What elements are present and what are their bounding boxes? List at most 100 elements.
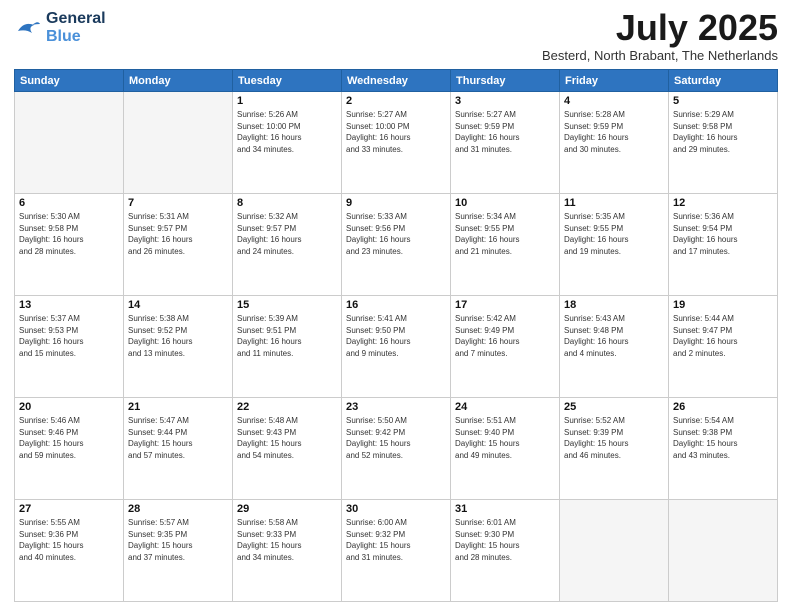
day-cell-12: 11Sunrise: 5:35 AM Sunset: 9:55 PM Dayli… <box>560 194 669 296</box>
day-number: 8 <box>237 197 337 209</box>
day-cell-1 <box>124 92 233 194</box>
day-cell-33 <box>560 500 669 602</box>
day-number: 19 <box>673 299 773 311</box>
day-number: 21 <box>128 401 228 413</box>
day-number: 18 <box>564 299 664 311</box>
week-row-5: 27 Sunrise: 5:55 AM Sunset: 9:36 PM Dayli… <box>15 500 778 602</box>
day-cell-3: 2 Sunrise: 5:27 AM Sunset: 10:00 PM Dayli… <box>342 92 451 194</box>
day-number: 26 <box>673 401 773 413</box>
day-cell-6: 5 Sunrise: 5:29 AM Sunset: 9:58 PM Daylig… <box>669 92 778 194</box>
day-info: Sunrise: 5:51 AM Sunset: 9:40 PM Dayligh… <box>455 415 555 461</box>
day-cell-2: 1 Sunrise: 5:26 AM Sunset: 10:00 PM Dayli… <box>233 92 342 194</box>
day-number: 2 <box>346 95 446 107</box>
day-info: Sunrise: 5:50 AM Sunset: 9:42 PM Dayligh… <box>346 415 446 461</box>
day-number: 1 <box>237 95 337 107</box>
day-number: 27 <box>19 503 119 515</box>
day-cell-20: 19 Sunrise: 5:44 AM Sunset: 9:47 PM Dayli… <box>669 296 778 398</box>
col-saturday: Saturday <box>669 70 778 92</box>
day-number: 31 <box>455 503 555 515</box>
header-row: Sunday Monday Tuesday Wednesday Thursday… <box>15 70 778 92</box>
day-info: Sunrise: 5:48 AM Sunset: 9:43 PM Dayligh… <box>237 415 337 461</box>
week-row-3: 13 Sunrise: 5:37 AM Sunset: 9:53 PM Dayli… <box>15 296 778 398</box>
day-info: Sunrise: 5:35 AM Sunset: 9:55 PM Dayligh… <box>564 211 664 257</box>
day-number: 30 <box>346 503 446 515</box>
col-thursday: Thursday <box>451 70 560 92</box>
title-block: July 2025 Besterd, North Brabant, The Ne… <box>542 10 778 63</box>
day-info: Sunrise: 5:28 AM Sunset: 9:59 PM Dayligh… <box>564 109 664 155</box>
day-info: Sunrise: 5:41 AM Sunset: 9:50 PM Dayligh… <box>346 313 446 359</box>
day-cell-14: 13 Sunrise: 5:37 AM Sunset: 9:53 PM Dayli… <box>15 296 124 398</box>
day-number: 6 <box>19 197 119 209</box>
day-number: 20 <box>19 401 119 413</box>
day-info: Sunrise: 5:39 AM Sunset: 9:51 PM Dayligh… <box>237 313 337 359</box>
day-info: Sunrise: 5:55 AM Sunset: 9:36 PM Dayligh… <box>19 517 119 563</box>
day-info: Sunrise: 6:00 AM Sunset: 9:32 PM Dayligh… <box>346 517 446 563</box>
day-number: 25 <box>564 401 664 413</box>
day-info: Sunrise: 5:36 AM Sunset: 9:54 PM Dayligh… <box>673 211 773 257</box>
logo: General Blue <box>14 10 106 45</box>
day-cell-5: 4 Sunrise: 5:28 AM Sunset: 9:59 PM Daylig… <box>560 92 669 194</box>
day-info: Sunrise: 5:47 AM Sunset: 9:44 PM Dayligh… <box>128 415 228 461</box>
day-cell-10: 9Sunrise: 5:33 AM Sunset: 9:56 PM Daylig… <box>342 194 451 296</box>
day-cell-29: 28Sunrise: 5:57 AM Sunset: 9:35 PM Dayli… <box>124 500 233 602</box>
day-info: Sunrise: 5:58 AM Sunset: 9:33 PM Dayligh… <box>237 517 337 563</box>
day-number: 14 <box>128 299 228 311</box>
day-cell-27: 26 Sunrise: 5:54 AM Sunset: 9:38 PM Dayli… <box>669 398 778 500</box>
col-friday: Friday <box>560 70 669 92</box>
day-cell-15: 14 Sunrise: 5:38 AM Sunset: 9:52 PM Dayli… <box>124 296 233 398</box>
header: General Blue July 2025 Besterd, North Br… <box>14 10 778 63</box>
day-cell-34 <box>669 500 778 602</box>
day-number: 5 <box>673 95 773 107</box>
day-number: 17 <box>455 299 555 311</box>
day-info: Sunrise: 5:37 AM Sunset: 9:53 PM Dayligh… <box>19 313 119 359</box>
logo-icon <box>14 17 42 39</box>
day-cell-21: 20Sunrise: 5:46 AM Sunset: 9:46 PM Dayli… <box>15 398 124 500</box>
day-number: 13 <box>19 299 119 311</box>
col-wednesday: Wednesday <box>342 70 451 92</box>
day-number: 10 <box>455 197 555 209</box>
day-info: Sunrise: 5:31 AM Sunset: 9:57 PM Dayligh… <box>128 211 228 257</box>
day-info: Sunrise: 5:38 AM Sunset: 9:52 PM Dayligh… <box>128 313 228 359</box>
day-cell-23: 22 Sunrise: 5:48 AM Sunset: 9:43 PM Dayli… <box>233 398 342 500</box>
day-cell-18: 17 Sunrise: 5:42 AM Sunset: 9:49 PM Dayli… <box>451 296 560 398</box>
day-cell-11: 10 Sunrise: 5:34 AM Sunset: 9:55 PM Dayli… <box>451 194 560 296</box>
col-monday: Monday <box>124 70 233 92</box>
day-cell-28: 27 Sunrise: 5:55 AM Sunset: 9:36 PM Dayli… <box>15 500 124 602</box>
day-number: 22 <box>237 401 337 413</box>
day-cell-8: 7Sunrise: 5:31 AM Sunset: 9:57 PM Daylig… <box>124 194 233 296</box>
day-number: 29 <box>237 503 337 515</box>
day-cell-0 <box>15 92 124 194</box>
day-cell-25: 24Sunrise: 5:51 AM Sunset: 9:40 PM Dayli… <box>451 398 560 500</box>
day-cell-31: 30 Sunrise: 6:00 AM Sunset: 9:32 PM Dayli… <box>342 500 451 602</box>
day-cell-19: 18 Sunrise: 5:43 AM Sunset: 9:48 PM Dayli… <box>560 296 669 398</box>
page: General Blue July 2025 Besterd, North Br… <box>0 0 792 612</box>
day-info: Sunrise: 5:33 AM Sunset: 9:56 PM Dayligh… <box>346 211 446 257</box>
day-info: Sunrise: 5:52 AM Sunset: 9:39 PM Dayligh… <box>564 415 664 461</box>
day-info: Sunrise: 5:42 AM Sunset: 9:49 PM Dayligh… <box>455 313 555 359</box>
day-info: Sunrise: 5:44 AM Sunset: 9:47 PM Dayligh… <box>673 313 773 359</box>
day-cell-9: 8 Sunrise: 5:32 AM Sunset: 9:57 PM Daylig… <box>233 194 342 296</box>
day-info: Sunrise: 5:27 AM Sunset: 10:00 PM Daylig… <box>346 109 446 155</box>
day-info: Sunrise: 5:29 AM Sunset: 9:58 PM Dayligh… <box>673 109 773 155</box>
day-cell-22: 21 Sunrise: 5:47 AM Sunset: 9:44 PM Dayli… <box>124 398 233 500</box>
day-cell-17: 16 Sunrise: 5:41 AM Sunset: 9:50 PM Dayli… <box>342 296 451 398</box>
day-info: Sunrise: 5:32 AM Sunset: 9:57 PM Dayligh… <box>237 211 337 257</box>
day-cell-32: 31 Sunrise: 6:01 AM Sunset: 9:30 PM Dayli… <box>451 500 560 602</box>
day-cell-16: 15Sunrise: 5:39 AM Sunset: 9:51 PM Dayli… <box>233 296 342 398</box>
week-row-1: 1 Sunrise: 5:26 AM Sunset: 10:00 PM Dayli… <box>15 92 778 194</box>
day-info: Sunrise: 5:43 AM Sunset: 9:48 PM Dayligh… <box>564 313 664 359</box>
day-info: Sunrise: 6:01 AM Sunset: 9:30 PM Dayligh… <box>455 517 555 563</box>
day-number: 4 <box>564 95 664 107</box>
day-number: 12 <box>673 197 773 209</box>
day-number: 16 <box>346 299 446 311</box>
day-info: Sunrise: 5:57 AM Sunset: 9:35 PM Dayligh… <box>128 517 228 563</box>
day-cell-24: 23 Sunrise: 5:50 AM Sunset: 9:42 PM Dayli… <box>342 398 451 500</box>
day-info: Sunrise: 5:26 AM Sunset: 10:00 PM Daylig… <box>237 109 337 155</box>
day-cell-26: 25 Sunrise: 5:52 AM Sunset: 9:39 PM Dayli… <box>560 398 669 500</box>
col-tuesday: Tuesday <box>233 70 342 92</box>
day-cell-30: 29 Sunrise: 5:58 AM Sunset: 9:33 PM Dayli… <box>233 500 342 602</box>
day-info: Sunrise: 5:54 AM Sunset: 9:38 PM Dayligh… <box>673 415 773 461</box>
day-info: Sunrise: 5:34 AM Sunset: 9:55 PM Dayligh… <box>455 211 555 257</box>
day-number: 23 <box>346 401 446 413</box>
day-cell-7: 6Sunrise: 5:30 AM Sunset: 9:58 PM Daylig… <box>15 194 124 296</box>
